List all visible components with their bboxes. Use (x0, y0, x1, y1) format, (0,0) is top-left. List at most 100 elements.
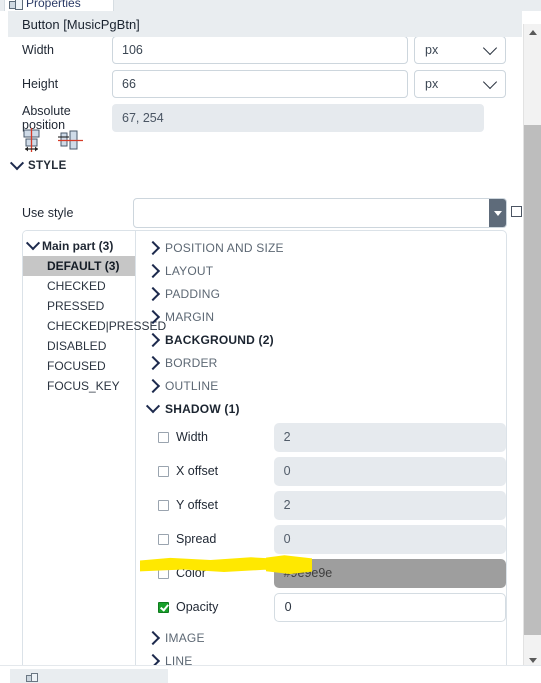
absolute-position-value: 67, 254 (112, 104, 484, 132)
shadow-spread-label: Spread (176, 532, 217, 546)
style-group-layout[interactable]: LAYOUT (136, 259, 506, 282)
shadow-spread-checkbox[interactable] (158, 533, 169, 545)
height-unit-label: px (425, 77, 439, 91)
vertical-scrollbar[interactable] (523, 24, 541, 669)
chevron-down-icon (25, 236, 41, 251)
shadow-width-label: Width (176, 430, 208, 444)
height-input[interactable]: 66 (112, 70, 408, 98)
alignment-toolbar (20, 128, 85, 154)
tree-node-main-part[interactable]: Main part (3) (23, 236, 135, 256)
style-group-layout-label: LAYOUT (165, 263, 214, 278)
shadow-color-label: Color (176, 566, 206, 580)
tree-item-focused-label: FOCUSED (47, 359, 106, 373)
style-group-padding-label: PADDING (165, 286, 221, 301)
style-group-shadow[interactable]: SHADOW (1) (136, 397, 506, 420)
style-editor: Main part (3) DEFAULT (3) CHECKED PRESSE… (22, 230, 507, 669)
shadow-field-y-offset: Y offset 2 (136, 488, 506, 522)
tree-item-pressed-label: PRESSED (47, 299, 105, 313)
section-header-style-label: STYLE (28, 160, 67, 172)
style-group-border[interactable]: BORDER (136, 351, 506, 374)
tree-item-default-label: DEFAULT (3) (47, 259, 120, 273)
property-row-width: Width 106 px (0, 34, 524, 66)
chevron-right-icon (145, 332, 161, 347)
properties-panel-content: Width 106 px Height 66 px Absolute posit… (0, 24, 524, 669)
tree-item-checked-pressed[interactable]: CHECKED|PRESSED (23, 316, 166, 336)
chevron-right-icon (145, 355, 161, 370)
scrollbar-thumb[interactable] (524, 125, 541, 635)
selected-element-title: Button [MusicPgBtn] (8, 11, 522, 37)
width-label: Width (22, 43, 54, 57)
property-row-height: Height 66 px (0, 68, 524, 100)
scroll-up-arrow-icon[interactable] (524, 24, 541, 41)
chevron-right-icon (145, 263, 161, 278)
chevron-right-icon (145, 378, 161, 393)
width-input[interactable]: 106 (112, 36, 408, 64)
tree-item-checked[interactable]: CHECKED (23, 276, 135, 296)
style-part-tree: Main part (3) DEFAULT (3) CHECKED PRESSE… (23, 231, 166, 669)
shadow-x-offset-label: X offset (176, 464, 219, 478)
align-vertical-center-icon[interactable] (20, 128, 48, 154)
bottom-tabstrip (0, 665, 541, 683)
height-label: Height (22, 77, 59, 91)
shadow-width-input[interactable]: 2 (273, 422, 506, 452)
shadow-opacity-label: Opacity (176, 600, 219, 614)
style-group-list: POSITION AND SIZE LAYOUT PADDING MARGIN … (136, 231, 506, 669)
style-group-margin-label: MARGIN (165, 309, 215, 324)
height-unit-select[interactable]: px (414, 70, 506, 98)
tree-item-focus-key-label: FOCUS_KEY (47, 379, 120, 393)
chevron-right-icon (145, 630, 161, 645)
style-group-background[interactable]: BACKGROUND (2) (136, 328, 506, 351)
shadow-color-checkbox[interactable] (158, 567, 169, 579)
tab-properties-label: Properties (26, 0, 81, 10)
chevron-down-icon (9, 156, 25, 171)
chevron-down-icon (482, 40, 498, 56)
tree-item-focus-key[interactable]: FOCUS_KEY (23, 376, 135, 396)
style-group-outline-label: OUTLINE (165, 378, 219, 393)
tree-item-disabled-label: DISABLED (47, 339, 107, 353)
shadow-x-offset-checkbox[interactable] (158, 465, 169, 477)
tree-item-focused[interactable]: FOCUSED (23, 356, 135, 376)
shadow-field-spread: Spread 0 (136, 522, 506, 556)
style-group-outline[interactable]: OUTLINE (136, 374, 506, 397)
tab-properties[interactable]: Properties (4, 0, 114, 11)
use-style-checkbox[interactable] (511, 206, 522, 217)
width-unit-label: px (425, 43, 439, 57)
style-group-border-label: BORDER (165, 355, 218, 370)
use-style-combo[interactable] (133, 198, 507, 228)
shadow-width-checkbox[interactable] (158, 431, 169, 443)
style-group-margin[interactable]: MARGIN (136, 305, 506, 328)
tree-item-pressed[interactable]: PRESSED (23, 296, 135, 316)
style-group-shadow-label: SHADOW (1) (165, 401, 240, 416)
window-tabstrip: Properties (0, 0, 541, 11)
shadow-color-input[interactable]: #9e9e9e (273, 558, 506, 588)
shadow-x-offset-input[interactable]: 0 (273, 456, 506, 486)
style-group-image[interactable]: IMAGE (136, 626, 506, 649)
shadow-opacity-input[interactable]: 0 (273, 592, 506, 622)
tree-item-disabled[interactable]: DISABLED (23, 336, 135, 356)
bottom-tab-partial[interactable] (10, 669, 168, 683)
shadow-y-offset-input[interactable]: 2 (273, 490, 506, 520)
style-group-image-label: IMAGE (165, 630, 205, 645)
shadow-field-color: Color #9e9e9e (136, 556, 506, 590)
tree-node-main-part-label: Main part (3) (42, 239, 114, 253)
shadow-opacity-checkbox[interactable] (158, 601, 169, 613)
shadow-field-opacity: Opacity 0 (136, 590, 506, 624)
shadow-y-offset-checkbox[interactable] (158, 499, 169, 511)
use-style-label: Use style (22, 206, 74, 220)
style-group-background-label: BACKGROUND (2) (165, 332, 274, 347)
chevron-right-icon (145, 286, 161, 301)
shadow-y-offset-label: Y offset (176, 498, 218, 512)
tree-item-default[interactable]: DEFAULT (3) (23, 256, 135, 276)
chevron-right-icon (145, 240, 161, 255)
chevron-down-icon (145, 398, 161, 413)
dropdown-arrow-icon[interactable] (489, 199, 506, 227)
section-header-style[interactable]: STYLE (9, 156, 67, 172)
shadow-field-x-offset: X offset 0 (136, 454, 506, 488)
style-group-position-and-size[interactable]: POSITION AND SIZE (136, 236, 506, 259)
style-group-padding[interactable]: PADDING (136, 282, 506, 305)
shadow-spread-input[interactable]: 0 (273, 524, 506, 554)
shadow-field-width: Width 2 (136, 420, 506, 454)
width-unit-select[interactable]: px (414, 36, 506, 64)
align-horizontal-center-icon[interactable] (57, 128, 85, 154)
chevron-down-icon (482, 74, 498, 90)
